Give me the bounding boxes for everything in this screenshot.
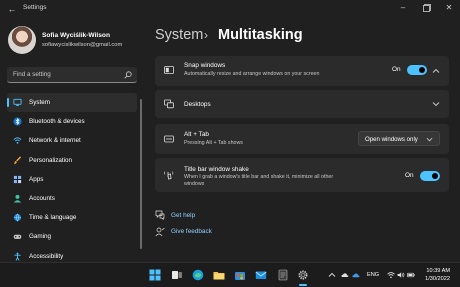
close-button[interactable]: ✕ — [442, 2, 456, 14]
sidebar-item-accounts[interactable]: Accounts — [7, 189, 137, 208]
shake-title: Title bar window shake — [184, 166, 249, 173]
toggle-knob — [419, 67, 425, 73]
snap-windows-title: Snap windows — [184, 62, 226, 69]
search-input[interactable]: Find a setting — [7, 67, 137, 83]
page-title: Multitasking — [218, 27, 303, 43]
alt-tab-card: Alt + Tab Pressing Alt + Tab shows Open … — [155, 124, 449, 154]
snap-windows-card[interactable]: Snap windows Automatically resize and ar… — [155, 56, 449, 86]
shake-icon — [164, 171, 174, 180]
file-explorer-icon[interactable] — [213, 269, 225, 281]
cloud-icon[interactable] — [341, 271, 349, 279]
settings-gear-icon[interactable] — [297, 269, 309, 281]
settings-window: ← Settings – ✕ Sofia Wyciślik-Wilson sof… — [0, 0, 460, 262]
desktops-card[interactable]: Desktops — [155, 90, 449, 118]
mail-icon[interactable] — [255, 269, 267, 281]
snap-icon — [164, 66, 174, 74]
avatar[interactable] — [8, 26, 36, 54]
maximize-button[interactable] — [420, 2, 434, 14]
clock-time: 10:39 AM — [426, 268, 450, 274]
snap-toggle-label: On — [392, 66, 401, 73]
network-icon — [13, 137, 22, 145]
clock[interactable]: 10:39 AM 1/30/2022 — [425, 268, 450, 283]
breadcrumb-system[interactable]: System — [155, 27, 203, 43]
sidebar-item-apps[interactable]: Apps — [7, 170, 137, 189]
volume-icon[interactable] — [397, 271, 405, 279]
sidebar-item-personalization[interactable]: Personalization — [7, 151, 137, 170]
sidebar-item-label: Bluetooth & devices — [29, 118, 85, 126]
sidebar-item-label: Accessibility — [29, 252, 64, 260]
alt-tab-selected: Open windows only — [365, 136, 418, 143]
battery-icon[interactable] — [407, 271, 415, 279]
chevron-down-icon[interactable] — [432, 100, 440, 108]
active-app-indicator — [299, 284, 307, 286]
notepad-icon[interactable] — [277, 269, 289, 281]
give-feedback-link[interactable]: Give feedback — [171, 228, 212, 235]
chevron-up-icon[interactable] — [432, 67, 440, 75]
desktops-icon — [164, 99, 174, 109]
search-placeholder: Find a setting — [13, 71, 51, 78]
title-bar-shake-card: Title bar window shake When I grab a win… — [155, 158, 449, 192]
accessibility-icon — [14, 252, 21, 261]
minimize-button[interactable]: – — [396, 2, 410, 14]
back-arrow-icon[interactable]: ← — [6, 3, 18, 15]
sidebar-item-label: Time & language — [29, 214, 77, 222]
sidebar-item-label: Network & internet — [29, 137, 81, 145]
person-icon — [13, 194, 22, 203]
globe-clock-icon — [13, 213, 22, 222]
get-help-link[interactable]: Get help — [171, 212, 195, 219]
gamepad-icon — [13, 235, 22, 240]
taskbar: ENG 10:39 AM 1/30/2022 — [0, 262, 460, 287]
shake-toggle-label: On — [405, 172, 414, 179]
onedrive-icon[interactable] — [352, 271, 360, 279]
alt-tab-title: Alt + Tab — [184, 131, 209, 138]
alt-tab-icon — [164, 135, 174, 143]
start-windows-icon[interactable] — [149, 269, 161, 281]
sidebar-scrollbar[interactable] — [140, 99, 142, 249]
clock-date: 1/30/2022 — [425, 275, 450, 282]
desktops-title: Desktops — [184, 101, 211, 108]
shake-toggle[interactable] — [420, 171, 440, 181]
search-icon[interactable] — [124, 71, 132, 79]
sidebar-nav: System Bluetooth & devices Network & int… — [7, 93, 137, 266]
user-name: Sofia Wyciślik-Wilson — [42, 32, 110, 39]
user-email: sofiawycislikwilson@gmail.com — [42, 42, 123, 48]
brush-icon — [13, 155, 22, 164]
language-indicator[interactable]: ENG — [367, 272, 379, 278]
sidebar-item-gaming[interactable]: Gaming — [7, 227, 137, 246]
alt-tab-dropdown[interactable]: Open windows only — [358, 131, 440, 146]
system-icon — [13, 98, 22, 106]
edge-icon[interactable] — [192, 269, 204, 281]
wifi-icon[interactable] — [387, 271, 395, 279]
sidebar-item-network[interactable]: Network & internet — [7, 131, 137, 150]
feedback-icon — [155, 227, 165, 237]
window-title: Settings — [23, 4, 47, 11]
title-bar: ← Settings – ✕ — [0, 0, 460, 18]
apps-icon — [13, 175, 22, 183]
help-icon — [155, 210, 165, 220]
chevron-down-icon — [426, 137, 433, 142]
breadcrumb-separator: › — [204, 28, 208, 42]
sidebar-item-label: System — [29, 99, 50, 106]
shake-subtitle-line2: windows — [184, 181, 205, 187]
shake-subtitle-line1: When I grab a window's title bar and sha… — [184, 174, 334, 180]
sidebar-item-label: Apps — [29, 175, 44, 183]
sidebar-item-label: Personalization — [29, 156, 73, 164]
alt-tab-subtitle: Pressing Alt + Tab shows — [184, 140, 243, 146]
bluetooth-icon — [13, 117, 22, 126]
sidebar-item-label: Accounts — [29, 194, 55, 202]
snap-windows-toggle[interactable] — [407, 65, 427, 75]
sidebar-item-time-language[interactable]: Time & language — [7, 208, 137, 227]
toggle-knob — [432, 173, 438, 179]
sidebar-item-system[interactable]: System — [7, 93, 137, 113]
sidebar-item-label: Gaming — [29, 233, 52, 241]
store-icon[interactable] — [234, 269, 246, 281]
chevron-up-icon[interactable] — [328, 271, 336, 279]
sidebar-item-bluetooth[interactable]: Bluetooth & devices — [7, 112, 137, 131]
task-view-icon[interactable] — [171, 269, 183, 281]
snap-windows-subtitle: Automatically resize and arrange windows… — [184, 71, 320, 77]
